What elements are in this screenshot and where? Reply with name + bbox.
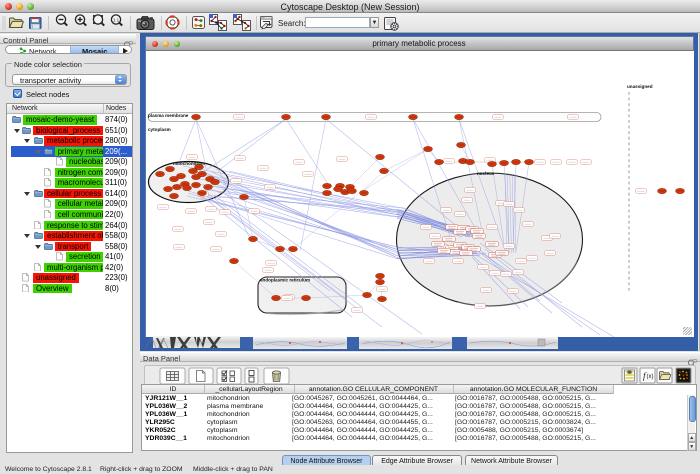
svg-text:endoplasmic reticulum: endoplasmic reticulum (260, 277, 310, 282)
svg-text:(x): (x) (647, 374, 654, 380)
svg-text:cytoplasm: cytoplasm (148, 127, 171, 132)
svg-text:plasma membrane: plasma membrane (148, 113, 189, 118)
svg-text:unassigned: unassigned (627, 84, 653, 89)
svg-text:nucleus: nucleus (477, 171, 495, 176)
svg-text:1:1: 1:1 (113, 17, 120, 22)
svg-text:mitochondrion: mitochondrion (173, 161, 205, 166)
